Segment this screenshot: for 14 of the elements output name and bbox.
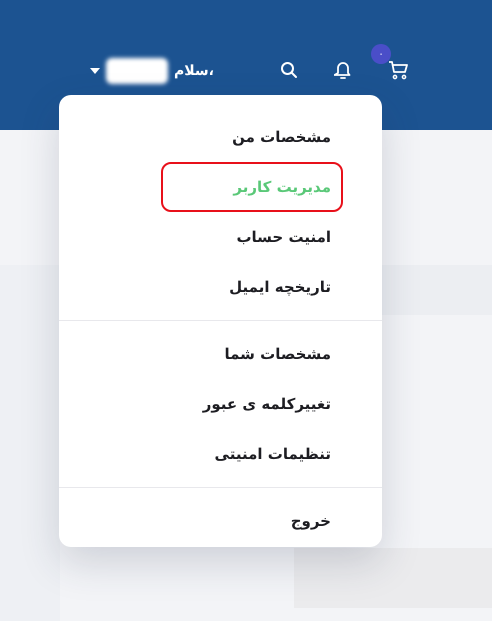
menu-item[interactable]: مشخصات شما — [212, 329, 343, 379]
menu-item[interactable]: تغییرکلمه ی عبور — [190, 379, 343, 429]
menu-item[interactable]: تاریخچه ایمیل — [217, 262, 343, 312]
cart-count-badge: ۰ — [371, 44, 391, 64]
cart-icon[interactable] — [388, 60, 408, 80]
menu-item[interactable]: امنیت حساب — [224, 212, 343, 262]
menu-item[interactable]: تنظیمات امنیتی — [202, 429, 343, 479]
search-icon[interactable] — [280, 61, 298, 79]
caret-icon[interactable] — [90, 68, 100, 74]
greeting-text: سلام، — [174, 63, 214, 79]
menu-item[interactable]: مشخصات من — [220, 112, 343, 162]
bell-icon[interactable] — [334, 60, 352, 80]
redacted-name — [106, 58, 168, 84]
menu-item[interactable]: خروج — [278, 496, 343, 546]
